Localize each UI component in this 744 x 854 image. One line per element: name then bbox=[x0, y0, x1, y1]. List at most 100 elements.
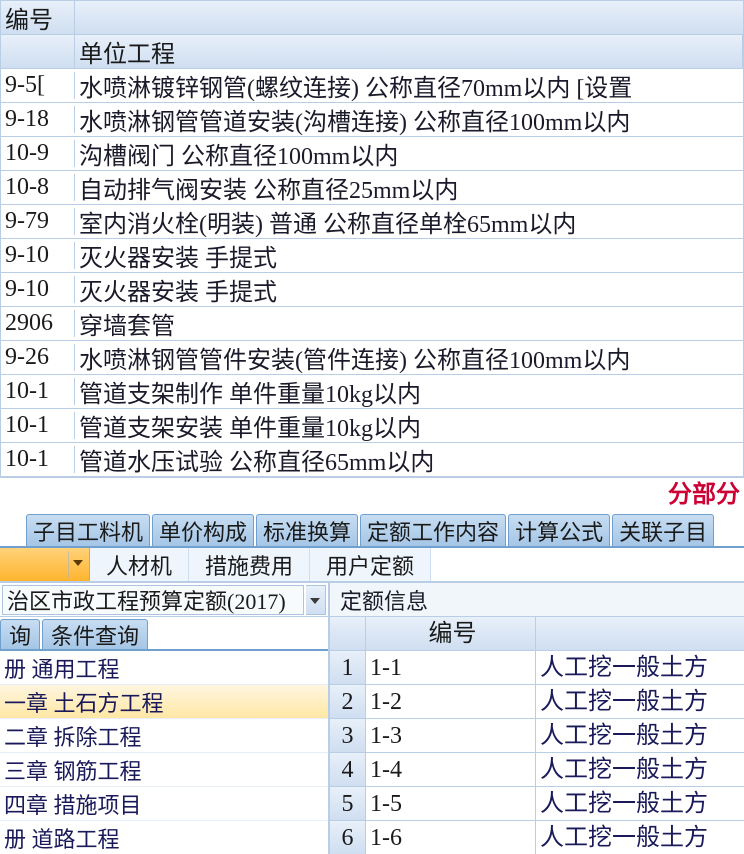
quota-grid-body[interactable]: 11-1人工挖一般土方21-2人工挖一般土方31-3人工挖一般土方41-4人工挖… bbox=[330, 651, 744, 854]
tab-3[interactable]: 定额工作内容 bbox=[360, 514, 506, 546]
row-number: 1 bbox=[330, 651, 366, 684]
row-number: 6 bbox=[330, 821, 366, 854]
chapter-tree[interactable]: 册 通用工程一章 土石方工程二章 拆除工程三章 钢筋工程四章 措施项目册 道路工… bbox=[0, 651, 328, 854]
quota-grid-corner bbox=[330, 617, 366, 650]
quota-grid-header-name[interactable] bbox=[536, 617, 744, 650]
detail-tabs-bar: 子目工料机单价构成标准换算定额工作内容计算公式关联子目 bbox=[0, 512, 744, 548]
row-code: 10-1 bbox=[1, 378, 75, 405]
btn-source-rck[interactable]: 人材机 bbox=[90, 548, 189, 581]
row-name: 人工挖一般土方 bbox=[536, 753, 744, 786]
row-code: 1-3 bbox=[366, 719, 536, 752]
table-row[interactable]: 9-26水喷淋钢管管件安装(管件连接) 公称直径100mm以内 bbox=[1, 341, 743, 375]
row-code: 2906 bbox=[1, 310, 75, 337]
query-tab-condition[interactable]: 条件查询 bbox=[42, 619, 148, 649]
row-number: 5 bbox=[330, 787, 366, 820]
row-code: 9-10 bbox=[1, 276, 75, 303]
row-code: 1-5 bbox=[366, 787, 536, 820]
row-name: 人工挖一般土方 bbox=[536, 821, 744, 854]
table-row[interactable]: 10-1管道支架安装 单件重量10kg以内 bbox=[1, 409, 743, 443]
quota-row[interactable]: 31-3人工挖一般土方 bbox=[330, 719, 744, 753]
row-code: 1-6 bbox=[366, 821, 536, 854]
row-code: 9-26 bbox=[1, 344, 75, 371]
quota-row[interactable]: 51-5人工挖一般土方 bbox=[330, 787, 744, 821]
table-row[interactable]: 9-10灭火器安装 手提式 bbox=[1, 239, 743, 273]
chevron-down-icon[interactable] bbox=[306, 585, 326, 615]
tab-5[interactable]: 关联子目 bbox=[612, 514, 714, 546]
row-desc: 自动排气阀安装 公称直径25mm以内 bbox=[75, 170, 743, 205]
lower-left-panel: 治区市政工程预算定额(2017) 询 条件查询 册 通用工程一章 土石方工程二章… bbox=[0, 583, 330, 854]
lower-split: 治区市政工程预算定额(2017) 询 条件查询 册 通用工程一章 土石方工程二章… bbox=[0, 582, 744, 854]
tab-4[interactable]: 计算公式 bbox=[508, 514, 610, 546]
row-code: 10-9 bbox=[1, 140, 75, 167]
quota-row[interactable]: 61-6人工挖一般土方 bbox=[330, 821, 744, 854]
table-row[interactable]: 10-1管道水压试验 公称直径65mm以内 bbox=[1, 443, 743, 477]
chevron-down-icon bbox=[73, 560, 83, 566]
row-code: 9-79 bbox=[1, 208, 75, 235]
row-desc: 管道支架安装 单件重量10kg以内 bbox=[75, 408, 743, 443]
table-row[interactable]: 10-1管道支架制作 单件重量10kg以内 bbox=[1, 375, 743, 409]
row-desc: 水喷淋镀锌钢管(螺纹连接) 公称直径70mm以内 [设置 bbox=[75, 69, 743, 103]
source-dropdown-button[interactable] bbox=[0, 548, 90, 581]
quota-row[interactable]: 11-1人工挖一般土方 bbox=[330, 651, 744, 685]
row-code: 1-2 bbox=[366, 685, 536, 718]
row-desc: 水喷淋钢管管道安装(沟槽连接) 公称直径100mm以内 bbox=[75, 102, 743, 137]
row-code: 9-10 bbox=[1, 242, 75, 269]
tree-item[interactable]: 四章 措施项目 bbox=[0, 787, 328, 821]
tab-2[interactable]: 标准换算 bbox=[256, 514, 358, 546]
table-row[interactable]: 9-18水喷淋钢管管道安装(沟槽连接) 公称直径100mm以内 bbox=[1, 103, 743, 137]
upper-header-code[interactable]: 编号 bbox=[1, 1, 75, 34]
quota-row[interactable]: 21-2人工挖一般土方 bbox=[330, 685, 744, 719]
row-name: 人工挖一般土方 bbox=[536, 719, 744, 752]
quota-book-dropdown[interactable]: 治区市政工程预算定额(2017) bbox=[0, 583, 328, 617]
row-number: 4 bbox=[330, 753, 366, 786]
table-row[interactable]: 10-8自动排气阀安装 公称直径25mm以内 bbox=[1, 171, 743, 205]
row-desc: 室内消火栓(明装) 普通 公称直径单栓65mm以内 bbox=[75, 204, 743, 239]
table-row[interactable]: 2906穿墙套管 bbox=[1, 307, 743, 341]
row-name: 人工挖一般土方 bbox=[536, 685, 744, 718]
row-desc: 穿墙套管 bbox=[75, 306, 743, 341]
row-desc: 灭火器安装 手提式 bbox=[75, 238, 743, 273]
table-row[interactable]: 9-5[水喷淋镀锌钢管(螺纹连接) 公称直径70mm以内 [设置 bbox=[1, 69, 743, 103]
quota-info-title: 定额信息 bbox=[330, 583, 744, 617]
row-desc: 沟槽阀门 公称直径100mm以内 bbox=[75, 136, 743, 171]
tree-item[interactable]: 二章 拆除工程 bbox=[0, 719, 328, 753]
tree-item[interactable]: 一章 土石方工程 bbox=[0, 685, 328, 719]
upper-header-code-splitcell bbox=[1, 35, 75, 68]
row-desc: 灭火器安装 手提式 bbox=[75, 272, 743, 307]
tree-item[interactable]: 册 通用工程 bbox=[0, 651, 328, 685]
tab-1[interactable]: 单价构成 bbox=[152, 514, 254, 546]
query-tab-a[interactable]: 询 bbox=[0, 619, 40, 649]
row-name: 人工挖一般土方 bbox=[536, 651, 744, 684]
upper-table-body[interactable]: 9-5[水喷淋镀锌钢管(螺纹连接) 公称直径70mm以内 [设置9-18水喷淋钢… bbox=[1, 69, 743, 477]
row-desc: 管道支架制作 单件重量10kg以内 bbox=[75, 374, 743, 409]
row-number: 2 bbox=[330, 685, 366, 718]
quota-grid-header: 编号 bbox=[330, 617, 744, 651]
tree-item[interactable]: 册 道路工程 bbox=[0, 821, 328, 854]
row-code: 10-1 bbox=[1, 446, 75, 473]
row-name: 人工挖一般土方 bbox=[536, 787, 744, 820]
quota-grid-header-code[interactable]: 编号 bbox=[366, 617, 536, 650]
upper-table-header-row1: 编号 bbox=[1, 1, 743, 35]
tab-0[interactable]: 子目工料机 bbox=[26, 514, 150, 546]
query-tabs: 询 条件查询 bbox=[0, 617, 328, 651]
row-code: 1-4 bbox=[366, 753, 536, 786]
table-row[interactable]: 9-10灭火器安装 手提式 bbox=[1, 273, 743, 307]
section-label: 分部分 bbox=[0, 478, 744, 512]
row-code: 1-1 bbox=[366, 651, 536, 684]
row-number: 3 bbox=[330, 719, 366, 752]
row-code: 9-5[ bbox=[1, 72, 75, 99]
table-row[interactable]: 9-79室内消火栓(明装) 普通 公称直径单栓65mm以内 bbox=[1, 205, 743, 239]
upper-table-panel: 编号 单位工程 9-5[水喷淋镀锌钢管(螺纹连接) 公称直径70mm以内 [设置… bbox=[0, 0, 744, 478]
lower-right-panel: 定额信息 编号 11-1人工挖一般土方21-2人工挖一般土方31-3人工挖一般土… bbox=[330, 583, 744, 854]
quota-book-value: 治区市政工程预算定额(2017) bbox=[2, 585, 304, 615]
btn-measure-cost[interactable]: 措施费用 bbox=[189, 548, 310, 581]
row-code: 9-18 bbox=[1, 106, 75, 133]
tree-item[interactable]: 三章 钢筋工程 bbox=[0, 753, 328, 787]
btn-user-quota[interactable]: 用户定额 bbox=[310, 548, 431, 581]
quota-row[interactable]: 41-4人工挖一般土方 bbox=[330, 753, 744, 787]
upper-header-desc[interactable]: 单位工程 bbox=[75, 35, 743, 68]
row-desc: 管道水压试验 公称直径65mm以内 bbox=[75, 442, 743, 477]
source-toolbar: 人材机 措施费用 用户定额 bbox=[0, 548, 744, 582]
table-row[interactable]: 10-9沟槽阀门 公称直径100mm以内 bbox=[1, 137, 743, 171]
row-desc: 水喷淋钢管管件安装(管件连接) 公称直径100mm以内 bbox=[75, 340, 743, 375]
